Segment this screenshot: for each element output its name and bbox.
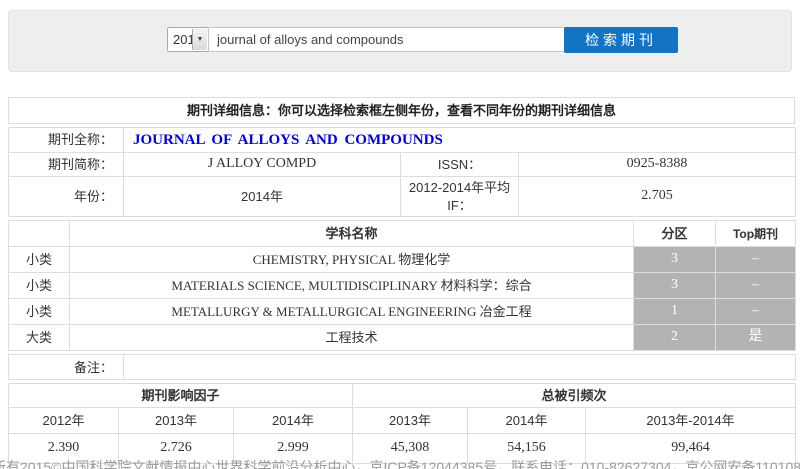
subject-name-header: 学科名称 — [69, 220, 634, 248]
stat-year: 2013年-2014年 — [585, 407, 797, 435]
subject-name: METALLURGY & METALLURGICAL ENGINEERING 冶… — [69, 298, 634, 326]
impact-factor-header: 期刊影响因子 — [7, 383, 354, 409]
table-row: 小类 MATERIALS SCIENCE, MULTIDISCIPLINARY … — [8, 272, 796, 300]
year-label: 年份： — [8, 176, 124, 218]
journal-full-name[interactable]: JOURNAL OF ALLOYS AND COMPOUNDS — [123, 126, 796, 154]
footer-copyright: 所有2015©中国科学院文献情报中心世界科学前沿分析中心，京ICP备120443… — [0, 459, 800, 469]
journal-info-table: 期刊全称： JOURNAL OF ALLOYS AND COMPOUNDS 期刊… — [8, 126, 796, 218]
subject-type: 大类 — [8, 324, 70, 352]
year-value: 2014年 — [123, 176, 401, 218]
stat-year: 2014年 — [467, 407, 587, 435]
journal-detail-section: 期刊详细信息：你可以选择检索框左侧年份，查看不同年份的期刊详细信息 期刊全称： … — [7, 97, 797, 467]
partition-cell: 3 — [633, 246, 716, 274]
stat-year: 2012年 — [8, 407, 119, 435]
stat-year: 2013年 — [352, 407, 469, 435]
stat-year: 2013年 — [118, 407, 234, 435]
top-journal-cell: – — [715, 298, 796, 326]
abbr-label: 期刊简称： — [8, 152, 124, 178]
search-panel: 2014 ▼ 检索期刊 — [8, 10, 792, 72]
top-journal-cell: – — [715, 246, 796, 274]
top-journal-cell: 是 — [715, 324, 796, 352]
table-row: 小类 METALLURGY & METALLURGICAL ENGINEERIN… — [8, 298, 796, 326]
partition-cell: 2 — [633, 324, 716, 352]
partition-cell: 3 — [633, 272, 716, 300]
issn-value: 0925-8388 — [518, 152, 796, 178]
remark-label: 备注： — [8, 354, 124, 381]
total-cites-header: 总被引频次 — [352, 383, 797, 409]
year-select[interactable]: 2014 ▼ — [167, 27, 209, 52]
top-journal-cell: – — [715, 272, 796, 300]
top-journal-header: Top期刊 — [715, 220, 796, 248]
subject-type: 小类 — [8, 246, 70, 274]
full-name-label: 期刊全称： — [8, 126, 124, 154]
search-input[interactable] — [208, 27, 565, 52]
subject-type: 小类 — [8, 272, 70, 300]
remark-table: 备注： — [8, 354, 796, 381]
chevron-down-icon[interactable]: ▼ — [192, 29, 207, 50]
detail-header-table: 期刊详细信息：你可以选择检索框左侧年份，查看不同年份的期刊详细信息 — [8, 97, 795, 124]
stat-year: 2014年 — [232, 407, 354, 435]
journal-abbr: J ALLOY COMPD — [123, 152, 401, 178]
avg-if-label: 2012-2014年平均IF： — [400, 176, 519, 218]
table-row: 大类 工程技术 2 是 — [8, 324, 796, 352]
table-row: 小类 CHEMISTRY, PHYSICAL 物理化学 3 – — [8, 246, 796, 274]
subject-name: 工程技术 — [69, 324, 634, 352]
subject-type: 小类 — [8, 298, 70, 326]
journal-search-page: 2014 ▼ 检索期刊 期刊详细信息：你可以选择检索框左侧年份，查看不同年份的期… — [0, 0, 800, 469]
stats-table: 期刊影响因子 总被引频次 2012年 2013年 2014年 2013年 201… — [7, 383, 797, 465]
subject-name: CHEMISTRY, PHYSICAL 物理化学 — [69, 246, 634, 274]
partition-cell: 1 — [633, 298, 716, 326]
subject-partition-table: 学科名称 分区 Top期刊 小类 CHEMISTRY, PHYSICAL 物理化… — [8, 220, 796, 352]
detail-header-text: 期刊详细信息：你可以选择检索框左侧年份，查看不同年份的期刊详细信息 — [8, 97, 795, 124]
issn-label: ISSN： — [400, 152, 519, 178]
remark-value — [123, 354, 796, 381]
subject-type-header — [8, 220, 70, 248]
avg-if-value: 2.705 — [518, 176, 796, 218]
partition-header: 分区 — [633, 220, 716, 248]
subject-name: MATERIALS SCIENCE, MULTIDISCIPLINARY 材料科… — [69, 272, 634, 300]
search-journal-button[interactable]: 检索期刊 — [564, 27, 678, 53]
